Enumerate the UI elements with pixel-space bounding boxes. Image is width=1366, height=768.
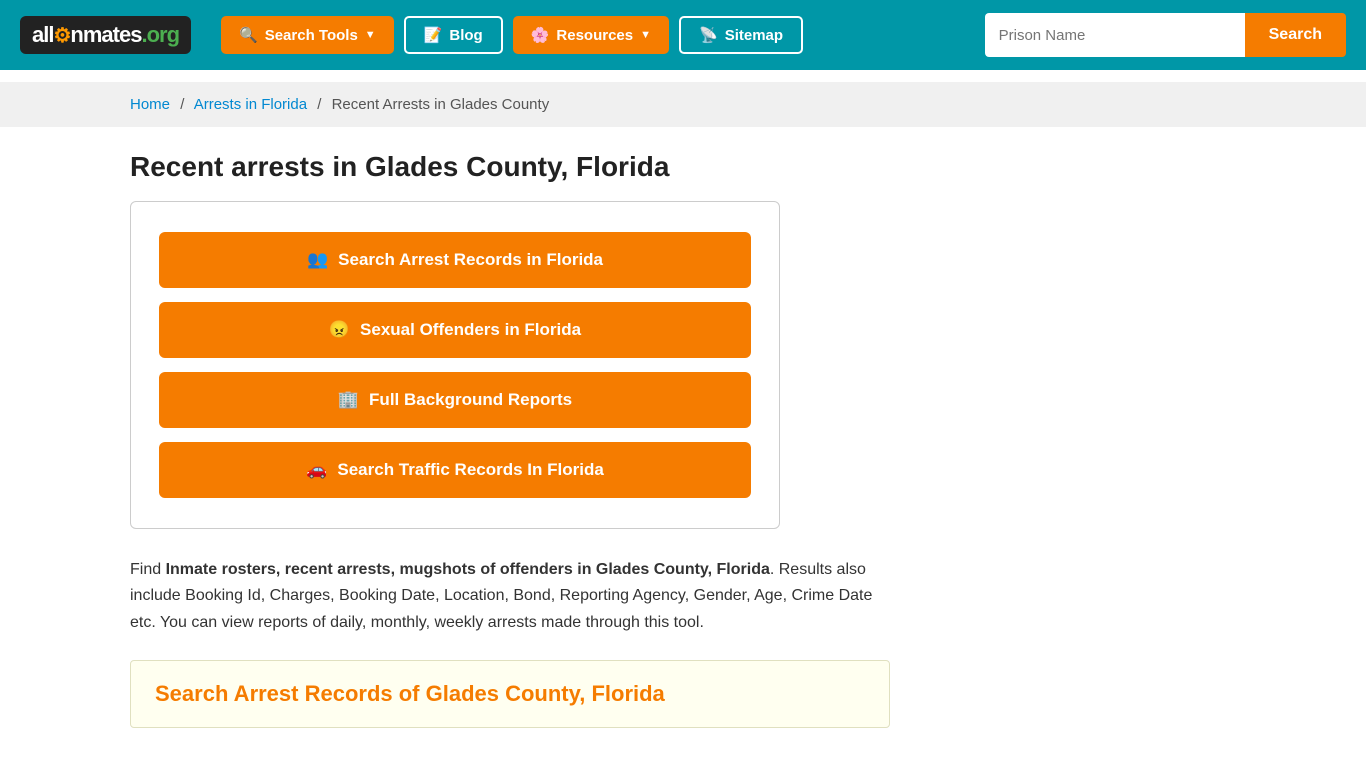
background-reports-button[interactable]: 🏢 Full Background Reports (159, 372, 751, 428)
prison-name-input[interactable] (985, 13, 1245, 57)
description-text: Find Inmate rosters, recent arrests, mug… (130, 557, 880, 636)
traffic-records-label: Search Traffic Records In Florida (337, 460, 603, 480)
breadcrumb-home[interactable]: Home (130, 96, 170, 113)
background-icon: 🏢 (338, 390, 359, 410)
sitemap-button[interactable]: 📡 Sitemap (679, 16, 803, 54)
sexual-offenders-label: Sexual Offenders in Florida (360, 320, 581, 340)
sitemap-icon: 📡 (699, 26, 718, 44)
logo[interactable]: all⚙nmates.org (20, 16, 191, 54)
offender-icon: 😠 (329, 320, 350, 340)
breadcrumb-sep-2: / (317, 96, 321, 113)
main-content: Recent arrests in Glades County, Florida… (0, 127, 1366, 752)
search-tools-icon: 🔍 (239, 26, 258, 44)
logo-org: .org (141, 22, 179, 47)
search-tools-label: Search Tools (265, 27, 358, 44)
logo-all: all (32, 22, 53, 47)
blog-label: Blog (449, 27, 482, 44)
sitemap-label: Sitemap (725, 27, 783, 44)
resources-arrow-icon: ▼ (640, 29, 651, 41)
logo-icon: ⚙ (53, 25, 70, 47)
search-records-title: Search Arrest Records of Glades County, … (155, 681, 865, 707)
search-arrest-label: Search Arrest Records in Florida (338, 250, 603, 270)
breadcrumb: Home / Arrests in Florida / Recent Arres… (0, 82, 1366, 127)
breadcrumb-arrests-florida[interactable]: Arrests in Florida (194, 96, 307, 113)
search-arrest-records-button[interactable]: 👥 Search Arrest Records in Florida (159, 232, 751, 288)
resources-icon: 🌸 (531, 26, 550, 44)
search-tools-button[interactable]: 🔍 Search Tools ▼ (221, 16, 394, 54)
desc-bold: Inmate rosters, recent arrests, mugshots… (166, 561, 770, 578)
desc-find: Find (130, 561, 166, 578)
background-reports-label: Full Background Reports (369, 390, 572, 410)
page-title: Recent arrests in Glades County, Florida (130, 151, 1236, 183)
arrest-icon: 👥 (307, 250, 328, 270)
resources-label: Resources (556, 27, 633, 44)
search-records-section: Search Arrest Records of Glades County, … (130, 660, 890, 728)
breadcrumb-sep-1: / (180, 96, 184, 113)
resources-button[interactable]: 🌸 Resources ▼ (513, 16, 669, 54)
action-buttons-box: 👥 Search Arrest Records in Florida 😠 Sex… (130, 201, 780, 529)
prison-search-button[interactable]: Search (1245, 13, 1346, 57)
blog-button[interactable]: 📝 Blog (404, 16, 503, 54)
blog-icon: 📝 (424, 26, 443, 44)
search-tools-arrow-icon: ▼ (365, 29, 376, 41)
logo-nmates: nmates (70, 22, 141, 47)
traffic-icon: 🚗 (306, 460, 327, 480)
prison-search-box: Search (985, 13, 1346, 57)
sexual-offenders-button[interactable]: 😠 Sexual Offenders in Florida (159, 302, 751, 358)
breadcrumb-current: Recent Arrests in Glades County (332, 96, 550, 113)
traffic-records-button[interactable]: 🚗 Search Traffic Records In Florida (159, 442, 751, 498)
